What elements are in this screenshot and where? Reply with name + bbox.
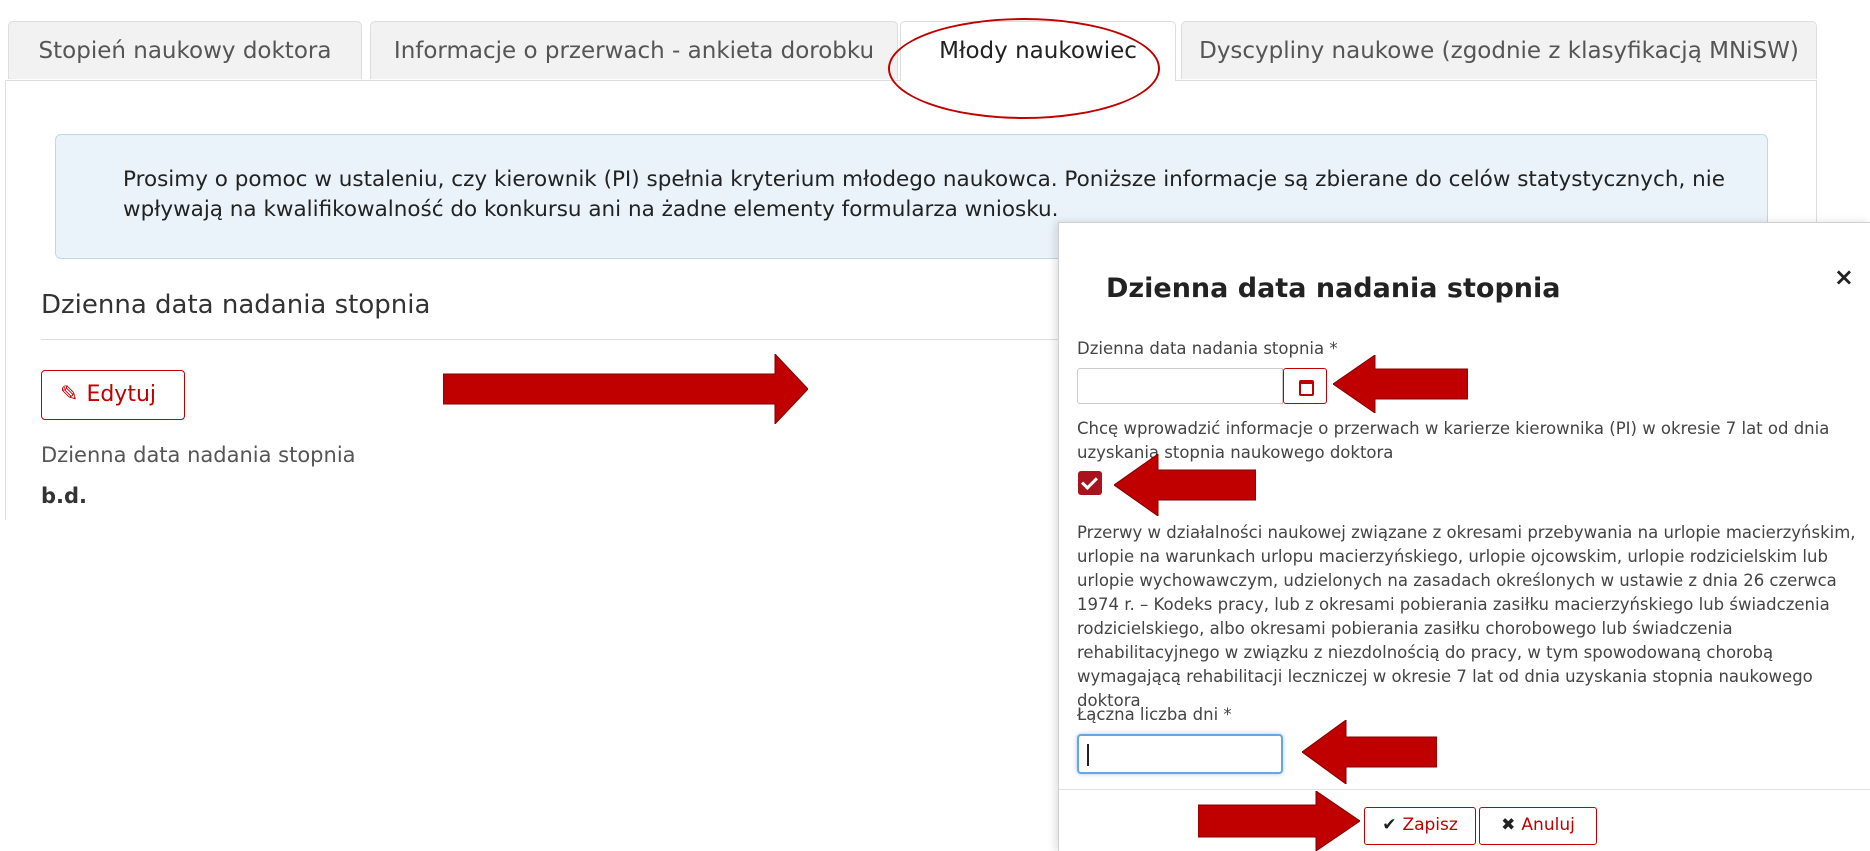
save-button[interactable]: ✔ Zapisz <box>1364 807 1476 845</box>
tab-dyscypliny-naukowe[interactable]: Dyscypliny naukowe (zgodnie z klasyfikac… <box>1181 21 1817 79</box>
edit-button-label: Edytuj <box>86 382 157 407</box>
save-button-label: Zapisz <box>1402 815 1458 835</box>
annotation-arrow-save <box>1198 791 1360 851</box>
checkmark-icon <box>1081 473 1098 490</box>
breaks-checkbox[interactable] <box>1078 471 1102 495</box>
date-label: Dzienna data nadania stopnia * <box>1077 339 1338 358</box>
cancel-button[interactable]: ✖ Anuluj <box>1479 807 1597 845</box>
field-value: b.d. <box>41 484 88 508</box>
cancel-button-label: Anuluj <box>1521 815 1575 835</box>
edit-button[interactable]: ✎ Edytuj <box>41 370 185 420</box>
annotation-arrow-main <box>443 354 808 424</box>
date-input[interactable] <box>1077 368 1283 404</box>
tab-mlody-naukowiec[interactable]: Młody naukowiec <box>900 21 1176 81</box>
tab-bar: Stopień naukowy doktora Informacje o prz… <box>8 21 1818 81</box>
edit-modal: Dzienna data nadania stopnia × Dzienna d… <box>1058 222 1870 851</box>
info-alert-text: Prosimy o pomoc w ustaleniu, czy kierown… <box>123 167 1725 222</box>
calendar-button[interactable] <box>1283 368 1327 404</box>
check-icon: ✔ <box>1382 815 1397 835</box>
modal-footer-divider <box>1059 789 1870 790</box>
annotation-arrow-checkbox <box>1114 454 1256 516</box>
calendar-icon <box>1299 380 1314 396</box>
annotation-arrow-date <box>1333 355 1468 413</box>
modal-header: Dzienna data nadania stopnia × <box>1059 223 1870 333</box>
tab-stopien-naukowy[interactable]: Stopień naukowy doktora <box>8 21 362 79</box>
days-label: Łączna liczba dni * <box>1077 705 1232 724</box>
close-icon[interactable]: × <box>1834 263 1854 291</box>
modal-title: Dzienna data nadania stopnia <box>1106 273 1561 304</box>
annotation-arrow-days <box>1302 720 1437 784</box>
section-title: Dzienna data nadania stopnia <box>41 290 431 320</box>
tab-informacje-o-przerwach[interactable]: Informacje o przerwach - ankieta dorobku <box>370 21 898 79</box>
days-input[interactable] <box>1077 734 1283 774</box>
x-icon: ✖ <box>1501 815 1516 835</box>
pencil-icon: ✎ <box>60 382 79 407</box>
section-divider <box>41 339 1081 340</box>
field-label: Dzienna data nadania stopnia <box>41 443 356 467</box>
text-cursor <box>1087 744 1089 766</box>
breaks-description: Przerwy w działalności naukowej związane… <box>1077 523 1856 710</box>
